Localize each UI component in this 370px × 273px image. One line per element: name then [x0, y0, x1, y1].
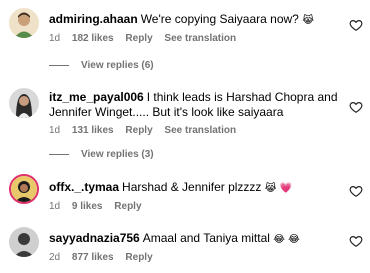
reply-button[interactable]: Reply [114, 201, 141, 212]
heart-outline-icon[interactable] [349, 100, 363, 114]
view-replies-label: View replies (3) [81, 148, 154, 160]
divider-line [49, 153, 69, 155]
see-translation-button[interactable]: See translation [164, 33, 236, 44]
view-replies-button[interactable]: View replies (6) [49, 58, 154, 72]
comments-list: admiring.ahaan We're copying Saiyaara now… [0, 0, 370, 273]
avatar[interactable] [9, 8, 39, 38]
comment-emoji: 😂 😂 [273, 234, 300, 245]
likes-count[interactable]: 9 likes [72, 201, 103, 212]
comment-username[interactable]: sayyadnazia756 [49, 231, 140, 245]
reply-button[interactable]: Reply [125, 252, 152, 263]
comment-text: admiring.ahaan We're copying Saiyaara now… [49, 12, 341, 28]
comment-emoji: 😹 💗 [264, 183, 293, 194]
comment-time: 1d [49, 201, 61, 212]
comment-username[interactable]: offx._.tymaa [49, 180, 119, 194]
avatar[interactable] [9, 174, 39, 204]
comment-text: itz_me_payal006 I think leads is Harshad … [49, 90, 341, 120]
comment-meta: 1d 131 likes Reply See translation [49, 125, 341, 137]
view-replies-label: View replies (6) [81, 59, 154, 71]
comment-message: We're copying Saiyaara now? [140, 12, 299, 26]
likes-count[interactable]: 131 likes [72, 125, 114, 136]
comment-time: 2d [49, 252, 61, 263]
comment-text: sayyadnazia756 Amaal and Taniya mittal 😂 … [49, 231, 341, 247]
comment-time: 1d [49, 33, 61, 44]
comment-text: offx._.tymaa Harshad & Jennifer plzzzz 😹 … [49, 180, 341, 196]
reply-button[interactable]: Reply [125, 33, 152, 44]
comment-username[interactable]: itz_me_payal006 [49, 90, 144, 104]
comment-emoji: 😹 [302, 15, 314, 26]
avatar[interactable] [9, 88, 39, 118]
likes-count[interactable]: 877 likes [72, 252, 114, 263]
view-replies-button[interactable]: View replies (3) [49, 147, 154, 161]
heart-outline-icon[interactable] [349, 18, 363, 32]
comment-message: Amaal and Taniya mittal [142, 231, 270, 245]
divider-line [49, 64, 69, 66]
heart-outline-icon[interactable] [349, 234, 363, 248]
comment-meta: 1d 182 likes Reply See translation [49, 33, 341, 45]
heart-outline-icon[interactable] [349, 184, 363, 198]
comment-username[interactable]: admiring.ahaan [49, 12, 138, 26]
comment-time: 1d [49, 125, 61, 136]
comment-meta: 1d 9 likes Reply [49, 201, 341, 213]
reply-button[interactable]: Reply [125, 125, 152, 136]
likes-count[interactable]: 182 likes [72, 33, 114, 44]
comment-message: Harshad & Jennifer plzzzz [122, 180, 262, 194]
comment-meta: 2d 877 likes Reply [49, 252, 341, 264]
avatar[interactable] [9, 227, 39, 257]
see-translation-button[interactable]: See translation [164, 125, 236, 136]
